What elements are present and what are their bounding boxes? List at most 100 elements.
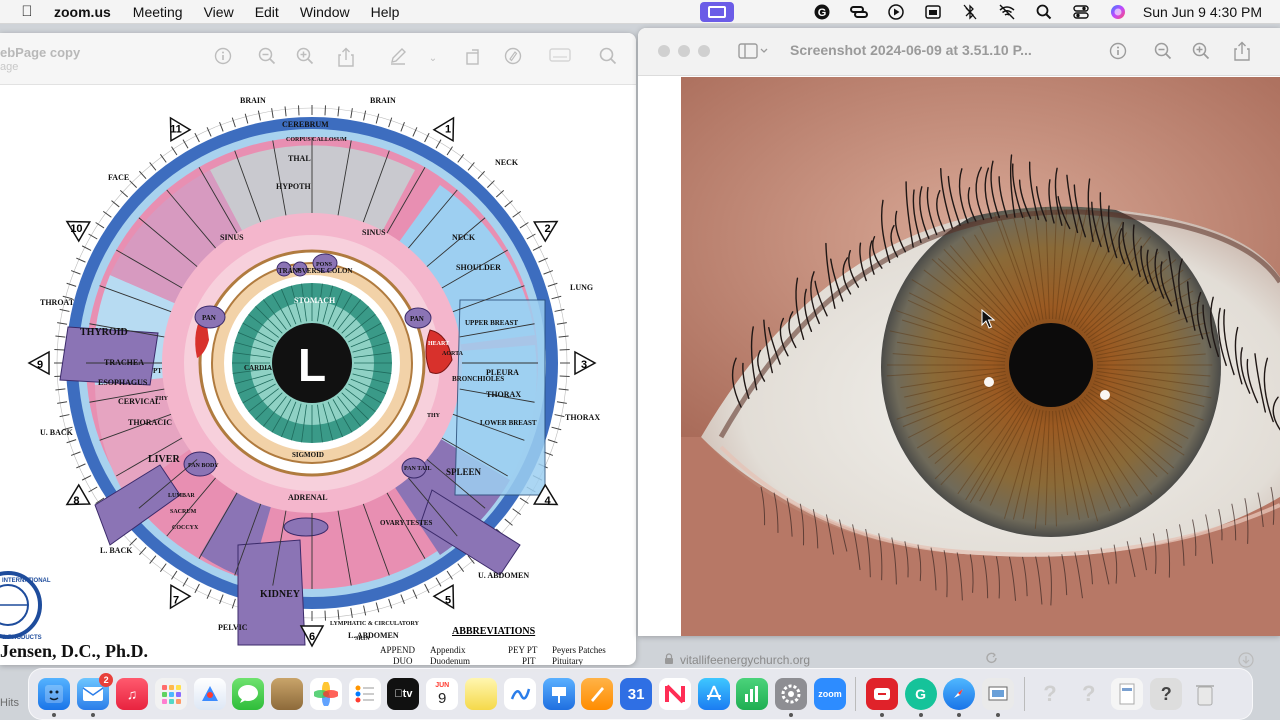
news-icon[interactable] (659, 678, 691, 710)
search-icon[interactable] (1026, 0, 1063, 24)
clock-number-7: 7 (173, 595, 179, 607)
menu-view[interactable]: View (204, 4, 234, 20)
safari-icon[interactable] (943, 678, 975, 710)
trash-icon[interactable] (1189, 678, 1221, 710)
document-icon[interactable] (1111, 678, 1143, 710)
author-name: Jensen, D.C., Ph.D. (0, 641, 148, 662)
share-icon[interactable] (1233, 41, 1251, 66)
minimize-button[interactable] (678, 45, 690, 57)
label-u-abdomen: U. ABDOMEN (478, 571, 529, 580)
preview-icon[interactable] (982, 678, 1014, 710)
mail-icon[interactable]: 2 (77, 678, 109, 710)
google-calendar-icon[interactable]: 31 (620, 678, 652, 710)
markup-pen-icon[interactable] (386, 47, 410, 71)
pupil (1009, 323, 1093, 407)
window-icon[interactable] (915, 0, 952, 24)
question-doc-icon[interactable]: ? (1073, 678, 1105, 710)
freeform-icon[interactable] (504, 678, 536, 710)
app-store-icon[interactable] (698, 678, 730, 710)
menu-clock[interactable]: Sun Jun 9 4:30 PM (1143, 4, 1262, 20)
label-throat: THROAT (40, 298, 75, 307)
label-lung: LUNG (570, 283, 593, 292)
help-file-icon[interactable]: ? (1150, 678, 1182, 710)
bluetooth-off-icon[interactable] (952, 0, 989, 24)
reminders-icon[interactable] (349, 678, 381, 710)
music-icon[interactable]: ♫ (116, 678, 148, 710)
numbers-icon[interactable] (736, 678, 768, 710)
wifi-off-icon[interactable] (989, 0, 1026, 24)
messages-icon[interactable] (232, 678, 264, 710)
system-settings-icon[interactable] (775, 678, 807, 710)
window-toolbar: ebPage copy age ⌄ (0, 33, 636, 85)
calendar-icon[interactable]: JUN 9 (426, 678, 458, 710)
abbr-word-appendix: Appendix (430, 645, 466, 656)
url-text[interactable]: vitallifeenergychurch.org (680, 653, 810, 667)
markup-icon[interactable] (501, 47, 525, 71)
keynote-icon[interactable] (543, 678, 575, 710)
zoom-out-icon[interactable] (255, 47, 279, 71)
photos-icon[interactable] (310, 678, 342, 710)
label-liver: LIVER (148, 454, 180, 465)
menu-edit[interactable]: Edit (255, 4, 279, 20)
launchpad-icon[interactable] (155, 678, 187, 710)
window-subtitle: age (0, 61, 18, 73)
remote-desktop-icon[interactable] (866, 678, 898, 710)
maps-icon[interactable] (194, 678, 226, 710)
label-pan-tail: PAN TAIL (404, 466, 432, 472)
clock-marker-1: 1 (434, 112, 463, 140)
eye-photo (681, 77, 1280, 636)
link-icon[interactable] (841, 0, 878, 24)
label-pan-right: PAN (410, 315, 424, 323)
abbr-code-append: APPEND (380, 645, 415, 656)
question-doc-icon[interactable]: ? (1034, 678, 1066, 710)
label-corpus-callosum: CORPUS CALLOSUM (286, 137, 347, 143)
info-icon[interactable] (211, 47, 235, 71)
clock-number-4: 4 (544, 495, 551, 507)
abbr-code-pit: PIT (522, 656, 536, 665)
info-icon[interactable] (1109, 42, 1127, 65)
search-icon[interactable] (596, 47, 620, 71)
grammarly-app-icon[interactable]: G (905, 678, 937, 710)
label-sigmoid: SIGMOID (292, 451, 324, 459)
chevron-down-icon[interactable]: ⌄ (421, 47, 445, 71)
zoom-in-icon[interactable] (1192, 42, 1210, 65)
close-button[interactable] (658, 45, 670, 57)
finder-icon[interactable] (38, 678, 70, 710)
label-esophagus: ESOPHAGUS (98, 378, 148, 387)
abbr-word-pituitary: Pituitary (552, 656, 583, 665)
reload-icon[interactable] (985, 652, 999, 669)
zoom-app-icon[interactable]: zoom (814, 678, 846, 710)
abbr-word-peyers-patches: Peyers Patches (552, 645, 606, 656)
label-u-back: U. BACK (40, 428, 74, 437)
svg-text:G: G (818, 7, 827, 19)
grammarly-icon[interactable]: G (804, 0, 841, 24)
pages-icon[interactable] (581, 678, 613, 710)
siri-icon[interactable] (1100, 0, 1137, 24)
menu-app-name[interactable]: zoom.us (54, 4, 111, 20)
zoom-button[interactable] (698, 45, 710, 57)
label-skin: SKIN (355, 636, 370, 642)
menu-help[interactable]: Help (371, 4, 400, 20)
share-icon[interactable] (334, 47, 358, 71)
label-hypoth: HYPOTH (276, 182, 311, 191)
clock-marker-8: 8 (61, 485, 89, 514)
play-icon[interactable] (878, 0, 915, 24)
label-neck-inner: NECK (452, 233, 476, 242)
menu-meeting[interactable]: Meeting (133, 4, 183, 20)
form-fill-icon[interactable] (548, 47, 572, 71)
zoom-in-icon[interactable] (293, 47, 317, 71)
dock-separator (855, 677, 856, 711)
notes-icon[interactable] (465, 678, 497, 710)
zoom-out-icon[interactable] (1154, 42, 1172, 65)
apple-icon[interactable]:  (0, 3, 54, 20)
menu-window[interactable]: Window (300, 4, 350, 20)
control-center-icon[interactable] (1063, 0, 1100, 24)
label-thy-right: THY (427, 413, 441, 419)
label-ovary-testes: OVARY TESTES (380, 519, 432, 527)
zoom-share-screen-icon[interactable] (700, 2, 734, 22)
abbr-code-pey-pt: PEY PT (508, 645, 537, 656)
apple-tv-icon[interactable]: tv (387, 678, 419, 710)
notes-brown-app-icon[interactable] (271, 678, 303, 710)
sidebar-toggle-icon[interactable] (738, 43, 768, 64)
rotate-icon[interactable] (461, 47, 485, 71)
